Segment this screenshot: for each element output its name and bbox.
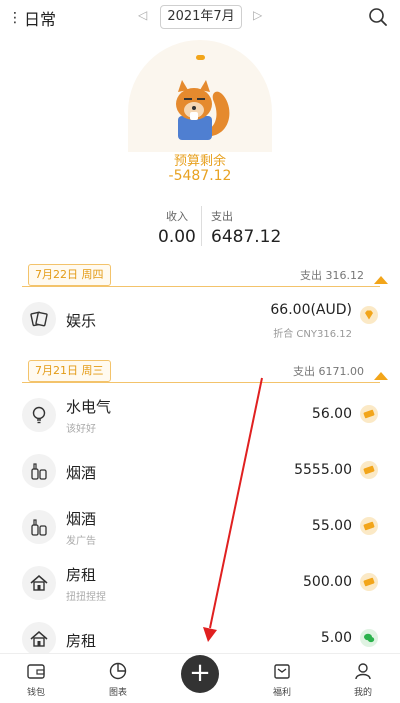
- transaction-category: 烟酒: [66, 510, 97, 528]
- expense-value: 6487.12: [211, 227, 282, 247]
- income-summary[interactable]: 收入 0.00: [158, 208, 196, 247]
- tab-wallet[interactable]: 钱包: [16, 660, 56, 698]
- budget-remaining-label: 预算剩余: [173, 154, 226, 169]
- tab-profile[interactable]: 我的: [343, 660, 383, 698]
- transaction-note: 发广告: [66, 536, 96, 547]
- collapse-triangle-icon[interactable]: [374, 276, 388, 284]
- transaction-row[interactable]: 烟酒 5555.00: [22, 444, 400, 500]
- income-value: 0.00: [158, 227, 196, 247]
- user-icon: [352, 660, 374, 682]
- transaction-category: 水电气: [66, 398, 112, 416]
- day-divider: [22, 382, 380, 383]
- account-book-selector[interactable]: ⋮ 日常: [8, 6, 56, 30]
- bottles-icon: [22, 454, 56, 488]
- house-icon: [22, 622, 56, 653]
- transaction-amount: 5.00: [320, 630, 352, 646]
- pie-chart-icon: [107, 660, 129, 682]
- transaction-amount: 5555.00: [294, 462, 352, 478]
- transaction-category: 烟酒: [66, 464, 97, 482]
- card-tag-icon: [360, 573, 378, 591]
- plus-icon: +: [189, 658, 211, 688]
- expense-label: 支出: [211, 210, 233, 223]
- transaction-amount: 66.00(AUD): [270, 302, 352, 318]
- wallet-icon: [25, 660, 47, 682]
- transaction-note: 该好好: [66, 424, 96, 435]
- tab-label: 钱包: [26, 688, 45, 698]
- transaction-amount: 500.00: [303, 574, 352, 590]
- transaction-category: 房租: [66, 566, 97, 584]
- card-pin: [196, 55, 205, 60]
- transaction-row[interactable]: 房租 5.00: [22, 612, 400, 653]
- day-total: 支出 316.12: [300, 269, 364, 282]
- date-badge: 7月21日 周三: [28, 360, 111, 382]
- transaction-amount: 55.00: [311, 518, 352, 534]
- card-tag-icon: [360, 517, 378, 535]
- vertical-dots-icon: ⋮: [8, 10, 22, 26]
- card-tag-icon: [360, 461, 378, 479]
- cards-icon: [22, 302, 56, 336]
- summary-divider: [201, 206, 202, 246]
- transaction-category: 房租: [66, 632, 97, 650]
- house-icon: [22, 566, 56, 600]
- tab-charts[interactable]: 图表: [98, 660, 138, 698]
- transaction-row[interactable]: 水电气 该好好 56.00: [22, 388, 400, 444]
- tab-label: 我的: [353, 688, 372, 698]
- transaction-row[interactable]: 娱乐 66.00(AUD) 折合 CNY316.12: [22, 292, 400, 348]
- day-header[interactable]: 7月22日 周四 支出 316.12: [22, 264, 394, 288]
- lightbulb-icon: [22, 398, 56, 432]
- budget-remaining-value: -5487.12: [168, 168, 232, 184]
- tab-label: 福利: [272, 688, 291, 698]
- wechat-icon: [360, 629, 378, 647]
- day-total: 支出 6171.00: [293, 365, 364, 378]
- top-bar: ⋮ 日常 ◁ 2021年7月 ▷: [0, 0, 400, 36]
- squirrel-mascot-icon: [168, 78, 234, 148]
- tab-benefits[interactable]: 福利: [262, 660, 302, 698]
- collapse-triangle-icon[interactable]: [374, 372, 388, 380]
- day-divider: [22, 286, 380, 287]
- date-badge: 7月22日 周四: [28, 264, 111, 286]
- expense-summary[interactable]: 支出 6487.12: [211, 208, 281, 247]
- search-icon[interactable]: [368, 7, 388, 31]
- gift-icon: [271, 660, 293, 682]
- chevron-right-icon[interactable]: ▷: [253, 8, 262, 22]
- add-transaction-button[interactable]: +: [181, 655, 219, 693]
- transaction-category: 娱乐: [66, 312, 97, 330]
- day-header[interactable]: 7月21日 周三 支出 6171.00: [22, 360, 394, 384]
- chevron-left-icon[interactable]: ◁: [138, 8, 147, 22]
- card-tag-icon: [360, 405, 378, 423]
- transaction-row[interactable]: 烟酒 发广告 55.00: [22, 500, 400, 556]
- converted-amount: 折合 CNY316.12: [273, 329, 352, 340]
- bottles-icon: [22, 510, 56, 544]
- income-label: 收入: [166, 210, 188, 223]
- transaction-amount: 56.00: [311, 406, 352, 422]
- transaction-note: 扭扭捏捏: [66, 592, 106, 603]
- month-picker[interactable]: 2021年7月: [160, 5, 242, 29]
- transaction-row[interactable]: 房租 扭扭捏捏 500.00: [22, 556, 400, 612]
- diamond-icon: [360, 306, 378, 324]
- book-name: 日常: [24, 10, 57, 29]
- tab-label: 图表: [108, 688, 127, 698]
